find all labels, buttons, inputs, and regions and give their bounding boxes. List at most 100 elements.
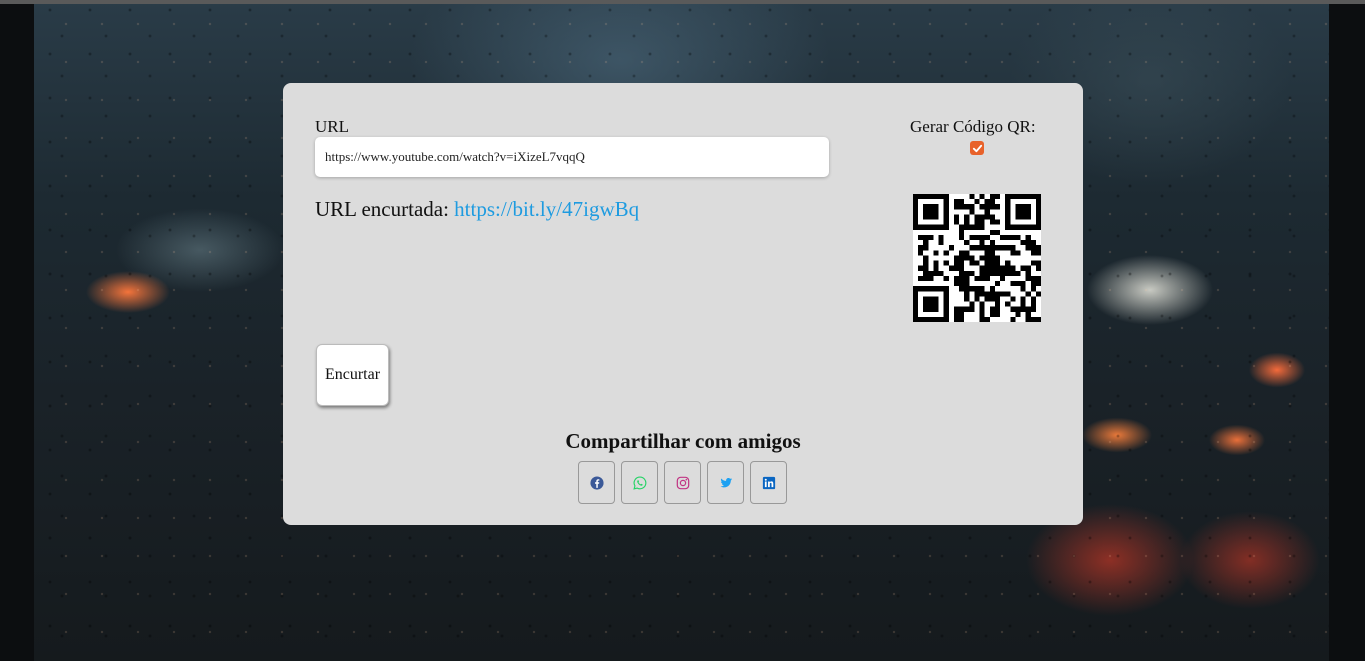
qr-module: [928, 209, 934, 215]
qr-module: [959, 265, 965, 271]
twitter-icon: [720, 477, 732, 487]
qr-module: [928, 194, 934, 200]
instagram-share-button[interactable]: [664, 461, 701, 504]
qr-module: [933, 296, 939, 302]
qr-module: [964, 291, 970, 297]
qr-module: [1025, 234, 1031, 241]
share-buttons: [578, 461, 787, 504]
qr-module: [938, 316, 944, 322]
qr-module: [1035, 260, 1041, 266]
qr-module: [979, 255, 985, 261]
qr-module: [994, 229, 1001, 235]
qr-module: [1000, 291, 1006, 297]
qr-module: [918, 275, 924, 282]
qr-module: [913, 291, 919, 297]
qr-module: [1000, 245, 1006, 251]
qr-module: [1035, 245, 1041, 251]
qr-module: [994, 255, 1001, 261]
qr-code-image: [913, 194, 1041, 322]
qr-module: [1030, 296, 1036, 302]
qr-module: [1010, 316, 1016, 322]
shortened-url-label: URL encurtada:: [315, 197, 455, 221]
qr-checkbox[interactable]: [970, 141, 984, 155]
qr-module: [1030, 306, 1036, 312]
qr-module: [943, 260, 949, 266]
instagram-icon: [676, 476, 689, 489]
qr-module: [964, 250, 970, 256]
url-input[interactable]: [315, 137, 829, 177]
qr-module: [1015, 311, 1021, 317]
qr-module: [964, 255, 970, 261]
qr-module: [989, 260, 995, 266]
qr-module: [913, 311, 919, 317]
qr-module: [943, 291, 949, 297]
qr-module: [969, 255, 975, 261]
qr-module: [994, 245, 1001, 251]
qr-module: [979, 214, 985, 220]
qr-module: [923, 234, 929, 241]
qr-module: [918, 245, 924, 251]
qr-module: [943, 194, 949, 200]
qr-module: [1025, 240, 1031, 246]
qr-module: [979, 311, 985, 317]
qr-module: [928, 275, 934, 282]
qr-module: [948, 245, 954, 251]
qr-module: [1005, 291, 1011, 297]
qr-module: [1030, 260, 1036, 266]
qr-module: [979, 275, 985, 282]
qr-module: [923, 275, 929, 282]
qr-module: [1035, 281, 1041, 287]
qr-module: [979, 234, 985, 241]
qr-module: [1030, 301, 1036, 307]
qr-module: [1000, 265, 1006, 271]
encurtar-button[interactable]: Encurtar: [316, 344, 389, 406]
qr-module: [943, 204, 949, 210]
qr-module: [994, 204, 1001, 210]
qr-module: [984, 265, 990, 271]
qr-module: [984, 275, 990, 282]
checkmark-icon: [972, 144, 982, 152]
qr-module: [994, 260, 1001, 266]
qr-module: [984, 199, 990, 205]
qr-module: [1025, 265, 1031, 271]
qr-module: [1025, 316, 1031, 322]
qr-module: [933, 286, 939, 292]
qr-module: [989, 270, 995, 276]
qr-module: [964, 281, 970, 287]
qr-module: [1020, 224, 1026, 230]
qr-module: [933, 194, 939, 200]
qr-module: [938, 286, 944, 292]
qr-module: [964, 275, 970, 282]
qr-module: [918, 286, 924, 292]
qr-module: [1025, 245, 1031, 251]
shortened-url-link[interactable]: https://bit.ly/47igwBq: [454, 197, 639, 221]
twitter-share-button[interactable]: [707, 461, 744, 504]
qr-module: [959, 306, 965, 312]
qr-module: [913, 204, 919, 210]
qr-module: [994, 306, 1001, 312]
qr-module: [1030, 275, 1036, 282]
qr-module: [1035, 316, 1041, 322]
qr-module: [933, 260, 939, 266]
qr-module: [959, 234, 965, 241]
whatsapp-icon: [632, 475, 646, 490]
qr-module: [943, 209, 949, 215]
qr-module: [974, 260, 980, 266]
qr-module: [913, 286, 919, 292]
qr-label: Gerar Código QR:: [910, 117, 1036, 136]
qr-module: [969, 234, 975, 241]
linkedin-share-button[interactable]: [750, 461, 787, 504]
qr-module: [959, 311, 965, 317]
shortener-card: URL URL encurtada: https://bit.ly/47igwB…: [283, 83, 1083, 525]
qr-module: [994, 296, 1001, 302]
qr-module: [1000, 270, 1006, 276]
qr-module: [923, 240, 929, 246]
whatsapp-share-button[interactable]: [621, 461, 658, 504]
qr-module: [943, 301, 949, 307]
qr-module: [1025, 194, 1031, 200]
qr-module: [1010, 270, 1016, 276]
facebook-share-button[interactable]: [578, 461, 615, 504]
qr-module: [1015, 250, 1021, 256]
qr-module: [1005, 301, 1011, 307]
qr-module: [943, 275, 949, 282]
